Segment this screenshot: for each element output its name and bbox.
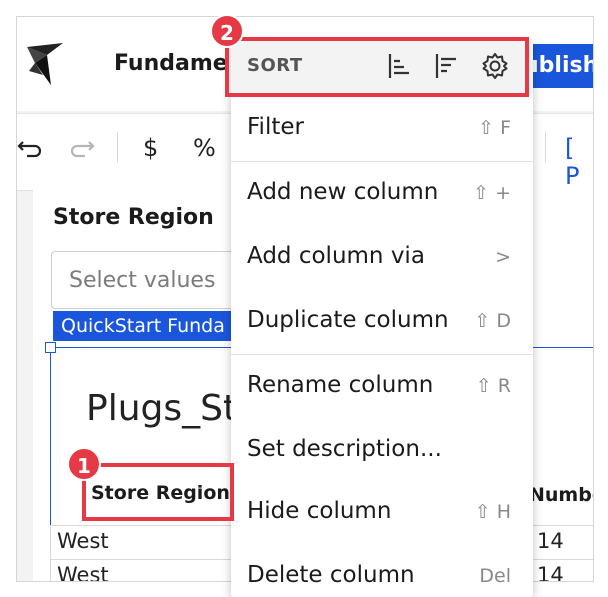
menu-item-hide-column[interactable]: Hide column ⇧ H [231, 481, 533, 545]
menu-item-add-column-via[interactable]: Add column via > [231, 226, 533, 290]
menu-item-filter[interactable]: Filter ⇧ F [231, 97, 533, 161]
shortcut-label: ⇧ R [475, 375, 511, 397]
menu-item-duplicate-column[interactable]: Duplicate column ⇧ D [231, 290, 533, 354]
filter-select[interactable]: Select values [51, 251, 253, 309]
menu-item-add-new-column[interactable]: Add new column ⇧ + [231, 162, 533, 226]
redo-icon[interactable] [69, 134, 95, 166]
resize-handle[interactable] [45, 342, 56, 353]
menu-item-label: Hide column [247, 498, 392, 524]
cell-number: 14 [537, 563, 564, 582]
annotation-highlight-column-header [82, 463, 234, 521]
workbook-title: Fundame [114, 51, 228, 76]
cell-number: 14 [537, 529, 564, 553]
annotation-badge-1: 1 [67, 447, 101, 481]
chevron-right-icon: > [495, 246, 511, 268]
annotation-highlight-sort [225, 37, 529, 97]
menu-item-label: Filter [247, 114, 304, 140]
column-header-number[interactable]: Numbe [529, 484, 593, 506]
shortcut-label: ⇧ F [478, 117, 511, 139]
column-context-menu: SORT Filter ⇧ F Add new column ⇧ + Add c… [231, 41, 533, 597]
menu-item-label: Add new column [247, 179, 439, 205]
menu-item-label: Set description... [247, 436, 442, 462]
filter-select-placeholder: Select values [69, 268, 216, 293]
toolbar-divider [117, 132, 118, 162]
cell-region: West [57, 563, 109, 582]
app-logo-icon [27, 43, 63, 85]
filter-title: Store Region [53, 205, 214, 230]
menu-item-delete-column[interactable]: Delete column Del [231, 545, 533, 597]
currency-format-button[interactable]: $ [143, 134, 158, 162]
data-source-chip[interactable]: QuickStart Funda [53, 311, 253, 341]
menu-item-rename-column[interactable]: Rename column ⇧ R [231, 355, 533, 419]
annotation-badge-2: 2 [210, 14, 244, 48]
menu-item-label: Add column via [247, 243, 425, 269]
undo-icon[interactable] [17, 134, 43, 166]
cell-region: West [57, 529, 109, 553]
shortcut-label: Del [479, 565, 511, 587]
percent-format-button[interactable]: % [193, 134, 216, 162]
menu-item-label: Rename column [247, 372, 434, 398]
shortcut-label: ⇧ H [474, 501, 511, 523]
menu-item-set-description[interactable]: Set description... [231, 419, 533, 483]
menu-item-label: Delete column [247, 562, 415, 588]
table-title: Plugs_St [86, 388, 238, 429]
shortcut-label: ⇧ + [473, 182, 511, 204]
menu-item-label: Duplicate column [247, 307, 449, 333]
shortcut-label: ⇧ D [474, 310, 511, 332]
toolbar-bracket-text[interactable]: [ P [565, 134, 593, 190]
toolbar-divider [545, 132, 546, 162]
